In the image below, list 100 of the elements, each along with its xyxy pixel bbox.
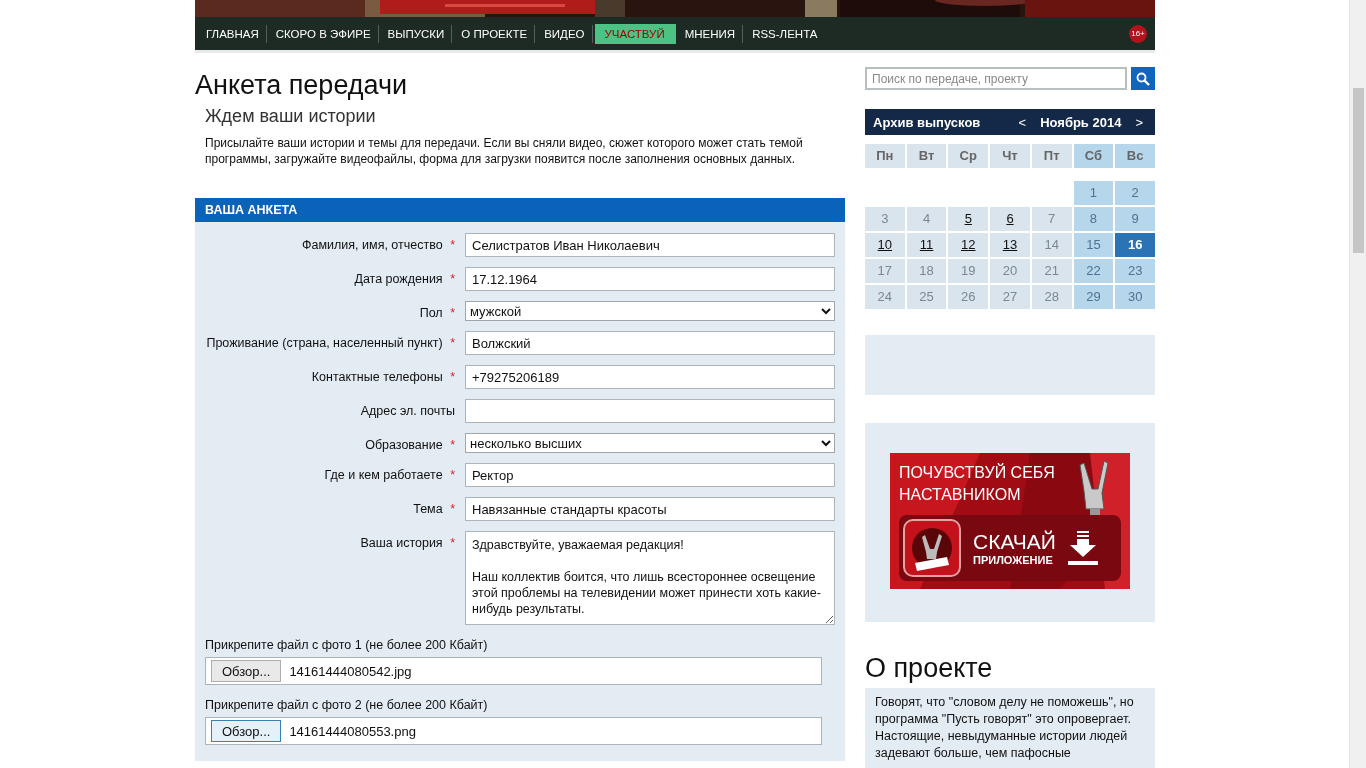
required-mark: *: [450, 238, 455, 252]
page-title: Анкета передачи: [195, 69, 409, 101]
text-field[interactable]: Волжский: [465, 331, 835, 355]
calendar-day: 1: [1073, 181, 1114, 205]
text-field[interactable]: +79275206189: [465, 365, 835, 389]
age-badge: 16+: [1129, 24, 1147, 43]
required-mark: *: [450, 468, 455, 482]
weekday-header: Пн: [865, 144, 905, 168]
next-month-button[interactable]: >: [1131, 114, 1147, 130]
weekday-header: Вт: [906, 144, 947, 168]
field-label: Проживание (страна, населенный пункт): [206, 336, 443, 350]
nav-link[interactable]: УЧАСТВУЙ: [594, 23, 676, 44]
search-button[interactable]: [1131, 67, 1155, 90]
required-mark: *: [450, 536, 455, 550]
ad-action: СКАЧАЙ: [973, 530, 1056, 554]
story-field[interactable]: Здравствуйте, уважаемая редакция! Наш коллектив боится, что лишь всестороннее освещение этой проблемы на телевидении может принести хоть какие-нибудь результаты.: [465, 531, 835, 625]
calendar-day[interactable]: 12: [948, 233, 989, 257]
browse-button[interactable]: Обзор...: [211, 660, 282, 682]
month-label: Ноябрь 2014: [1039, 114, 1123, 130]
ad-action-sub: ПРИЛОЖЕНИЕ: [973, 554, 1054, 566]
calendar-day: 29: [1073, 285, 1114, 309]
ad-headline: ПОЧУВСТВУЙ СЕБЯ НАСТАВНИКОМ: [899, 462, 1056, 505]
text-field[interactable]: Навязанные стандарты красоты: [465, 497, 835, 521]
calendar-day: 26: [948, 285, 989, 309]
intro-text: Присылайте ваши истории и темы для передачи. Если вы сняли видео, сюжет которого может стать темой программы, загружайте видеофайлы, форма для загрузки появится после заполнения основных данных.: [205, 135, 804, 167]
required-mark: *: [450, 438, 455, 452]
scrollbar[interactable]: [1349, 0, 1366, 768]
field-label: Тема: [413, 502, 443, 516]
weekday-header: Сб: [1073, 144, 1114, 168]
field-label: Ваша история: [360, 536, 443, 550]
calendar-day[interactable]: 5: [948, 207, 989, 231]
nav-link[interactable]: СКОРО В ЭФИРЕ: [268, 24, 379, 43]
prev-month-button[interactable]: <: [1014, 114, 1031, 130]
field-label: Дата рождения: [354, 272, 443, 286]
calendar-day[interactable]: 16: [1115, 233, 1155, 257]
required-mark: *: [450, 336, 455, 350]
browse-button[interactable]: Обзор...: [211, 720, 282, 742]
file-field[interactable]: Обзор... 14161444080553.png: [205, 717, 822, 745]
nav-link[interactable]: ГЛАВНАЯ: [199, 24, 267, 43]
calendar-day[interactable]: 6: [990, 207, 1030, 231]
field-label: Образование: [365, 438, 443, 452]
app-icon: [903, 519, 961, 577]
calendar-day: 4: [906, 207, 947, 231]
download-icon: [1067, 531, 1098, 565]
text-field[interactable]: Ректор: [465, 463, 835, 487]
calendar-day: 21: [1031, 259, 1072, 283]
weekday-header: Вс: [1115, 144, 1155, 168]
calendar-day: 20: [990, 259, 1030, 283]
text-field[interactable]: 17.12.1964: [465, 267, 835, 291]
field-label: Где и кем работаете: [324, 468, 443, 482]
nav-link[interactable]: О ПРОЕКТЕ: [454, 24, 536, 43]
calendar-day: 15: [1073, 233, 1114, 257]
calendar-day: 17: [865, 259, 905, 283]
calendar-day: 30: [1115, 285, 1155, 309]
file-label: Прикрепите файл с фото 2 (не более 200 Кбайт): [205, 697, 489, 713]
calendar-day: 14: [1031, 233, 1072, 257]
text-field[interactable]: [465, 399, 835, 423]
nav-link[interactable]: ВИДЕО: [537, 24, 593, 43]
required-mark: *: [450, 306, 455, 320]
download-button[interactable]: СКАЧАЙ ПРИЛОЖЕНИЕ: [899, 515, 1121, 581]
weekday-header: Пт: [1031, 144, 1072, 168]
search-icon: [1136, 71, 1150, 86]
calendar-day: 8: [1073, 207, 1114, 231]
field-label: Пол: [419, 306, 443, 320]
calendar-day: 24: [865, 285, 905, 309]
file-name: 14161444080542.jpg: [289, 663, 412, 679]
calendar-day: 2: [1115, 181, 1155, 205]
calendar-day: 7: [1031, 207, 1072, 231]
form-header: ВАША АНКЕТА: [195, 198, 845, 222]
required-mark: *: [450, 502, 455, 516]
search-field[interactable]: Поиск по передаче, проекту: [865, 67, 1127, 90]
nav-link[interactable]: ВЫПУСКИ: [380, 24, 453, 43]
calendar-day[interactable]: 10: [865, 233, 905, 257]
calendar-day: 25: [906, 285, 947, 309]
calendar-day[interactable]: 13: [990, 233, 1030, 257]
weekday-header: Ср: [948, 144, 989, 168]
field-label: Контактные телефоны: [311, 370, 443, 384]
weekday-header: Чт: [990, 144, 1030, 168]
calendar-day: 19: [948, 259, 989, 283]
file-field[interactable]: Обзор... 14161444080542.jpg: [205, 657, 822, 685]
nav-link[interactable]: МНЕНИЯ: [677, 24, 744, 43]
text-field[interactable]: Селистратов Иван Николаевич: [465, 233, 835, 257]
nav-link[interactable]: RSS-ЛЕНТА: [745, 24, 825, 43]
dropdown[interactable]: несколько высших: [465, 433, 835, 453]
section-title: О проекте: [865, 652, 994, 684]
calendar-day[interactable]: 11: [906, 233, 947, 257]
required-mark: *: [450, 272, 455, 286]
calendar-day: 18: [906, 259, 947, 283]
ad-banner[interactable]: ПОЧУВСТВУЙ СЕБЯ НАСТАВНИКОМ СКАЧАЙ ПРИЛОЖЕНИЕ: [890, 453, 1130, 589]
file-name: 14161444080553.png: [289, 723, 416, 739]
dropdown[interactable]: мужской: [465, 301, 835, 321]
about-text: Говорят, что "словом делу не поможешь", но программа "Пусть говорят" это опровергает. Настоящие, невыдуманные истории людей задевают больше, чем пафосные: [865, 688, 1155, 768]
calendar-day: 23: [1115, 259, 1155, 283]
calendar-day: 9: [1115, 207, 1155, 231]
required-mark: *: [450, 370, 455, 384]
field-label: Фамилия, имя, отчество: [302, 238, 443, 252]
calendar-day: 28: [1031, 285, 1072, 309]
calendar-day: 22: [1073, 259, 1114, 283]
file-label: Прикрепите файл с фото 1 (не более 200 Кбайт): [205, 637, 489, 653]
subtitle: Ждем ваши истории: [205, 105, 377, 127]
